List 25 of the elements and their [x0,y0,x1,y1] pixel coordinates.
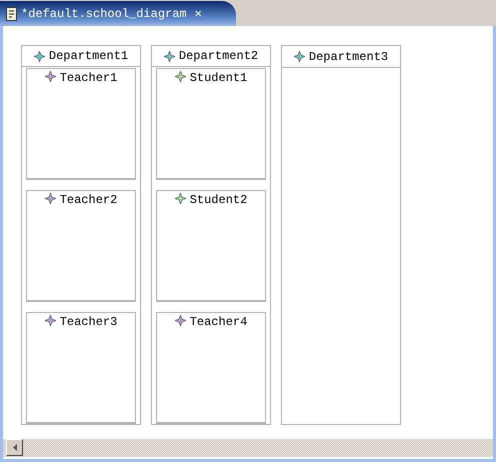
student-name: Student2 [190,193,248,207]
tab-title: *default.school_diagram [21,6,187,20]
close-button[interactable]: ✕ [194,6,202,21]
scroll-left-button[interactable] [6,439,23,456]
department-container[interactable]: Department1 Teacher1 Teacher2 Teacher3 [21,45,141,425]
teacher-node[interactable]: Teacher4 [156,312,266,424]
student-node[interactable]: Student2 [156,190,266,302]
teacher-name: Teacher3 [60,315,118,329]
department-name: Department2 [178,49,258,63]
file-icon [6,6,17,20]
left-arrow-icon [12,444,16,451]
student-name: Student1 [190,71,248,85]
teacher-node[interactable]: Teacher1 [26,68,136,180]
department-container[interactable]: Department2 Student1 Student2 Teacher4 [151,45,271,425]
department-container[interactable]: Department3 [281,45,401,425]
student-node[interactable]: Student1 [156,68,266,180]
horizontal-scrollbar[interactable] [3,439,493,457]
teacher-name: Teacher4 [190,315,248,329]
department-name: Department3 [308,50,388,64]
teacher-node[interactable]: Teacher3 [26,312,136,424]
teacher-node[interactable]: Teacher2 [26,190,136,302]
editor-tab[interactable]: *default.school_diagram ✕ [0,1,236,26]
teacher-name: Teacher1 [60,71,118,85]
teacher-name: Teacher2 [60,193,118,207]
department-name: Department1 [48,49,128,63]
